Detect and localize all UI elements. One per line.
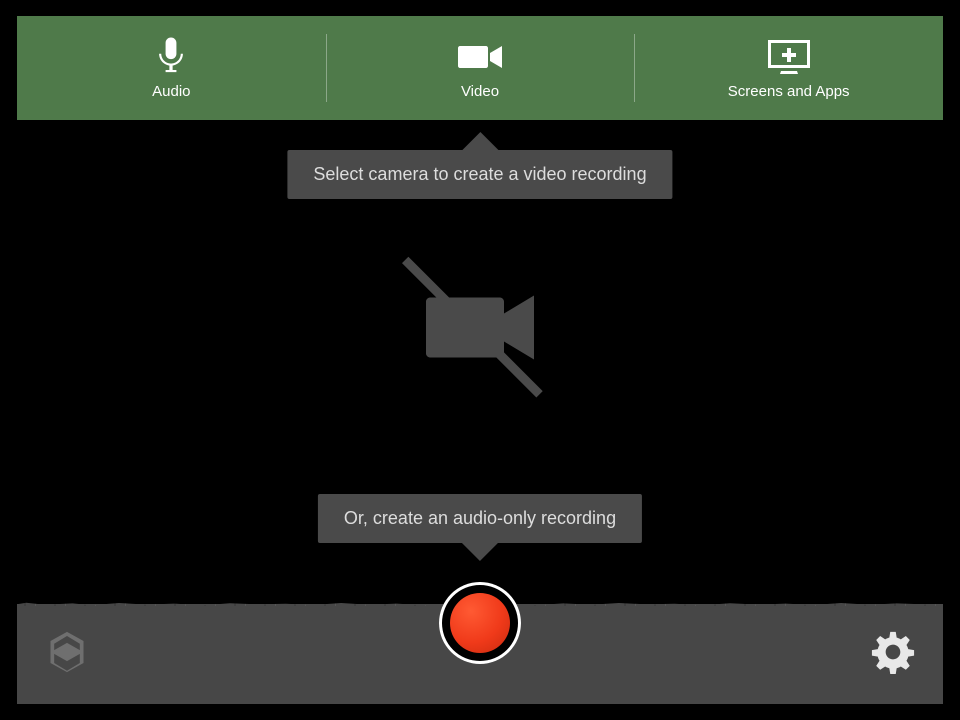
tab-screens-apps[interactable]: Screens and Apps [634, 16, 943, 120]
record-indicator-icon [450, 593, 510, 653]
settings-button[interactable] [871, 630, 915, 679]
video-camera-icon [450, 37, 510, 77]
microphone-icon [141, 37, 201, 77]
tooltip-audio-only: Or, create an audio-only recording [318, 494, 642, 543]
record-button[interactable] [439, 582, 521, 664]
tooltip-select-camera: Select camera to create a video recordin… [287, 150, 672, 199]
camera-disabled-icon [400, 253, 560, 408]
app-logo-icon [45, 630, 89, 679]
tab-audio-label: Audio [152, 83, 190, 100]
screen-add-icon [759, 37, 819, 77]
tooltip-select-camera-text: Select camera to create a video recordin… [313, 164, 646, 184]
tab-video-label: Video [461, 83, 499, 100]
tab-video[interactable]: Video [326, 16, 635, 120]
top-tab-bar: Audio Video Screens and Apps [17, 16, 943, 120]
gear-icon [871, 630, 915, 674]
tab-audio[interactable]: Audio [17, 16, 326, 120]
tab-screens-label: Screens and Apps [728, 83, 850, 100]
tooltip-audio-only-text: Or, create an audio-only recording [344, 508, 616, 528]
